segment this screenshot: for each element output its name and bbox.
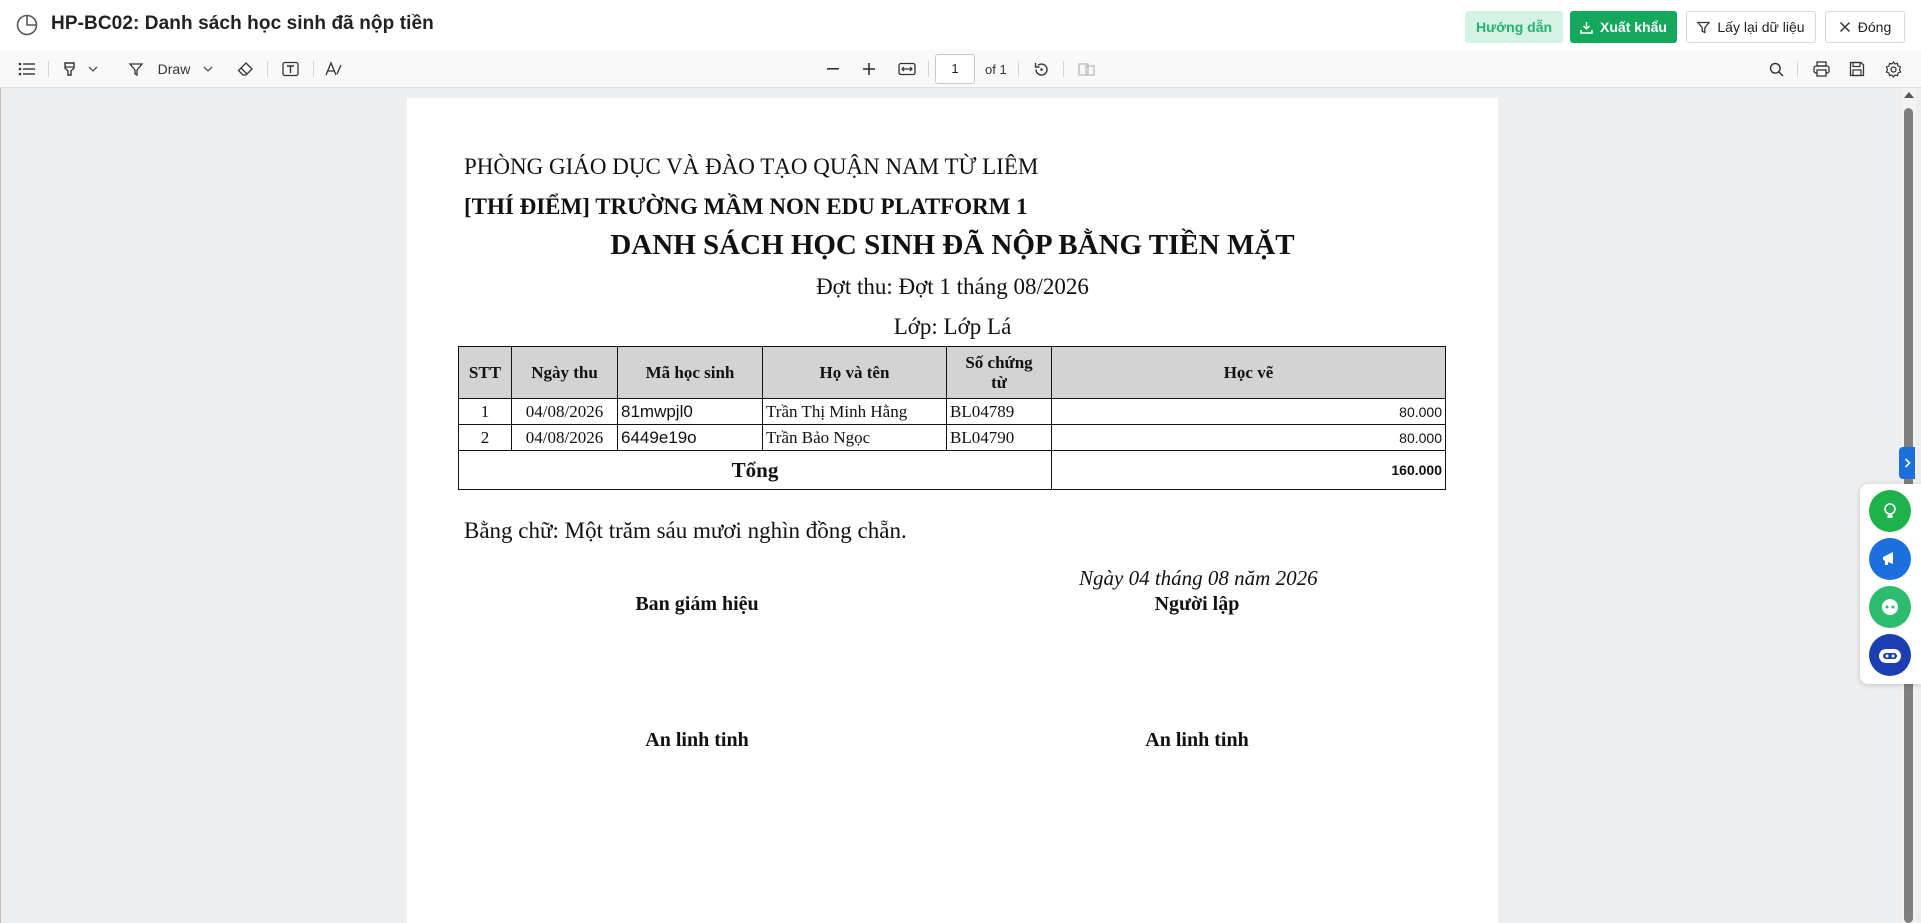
chevron-down-icon[interactable]	[201, 58, 215, 80]
close-button-label: Đóng	[1857, 19, 1892, 35]
column-header: Học vẽ	[1051, 346, 1446, 399]
text-box-icon[interactable]	[280, 58, 300, 80]
collection-period: Đợt thu: Đợt 1 tháng 08/2026	[816, 274, 1089, 299]
report-title: DANH SÁCH HỌC SINH ĐÃ NỘP BẰNG TIỀN MẶT	[610, 229, 1295, 261]
page-total-label: of 1	[985, 62, 1007, 77]
zoom-in-icon[interactable]	[859, 58, 879, 80]
pie-chart-icon	[16, 14, 38, 36]
class-name: Lớp: Lớp Lá	[893, 314, 1012, 339]
row-stt: 1	[458, 398, 512, 425]
sidebar-toggle-icon[interactable]	[16, 58, 38, 80]
side-panel-toggle[interactable]	[1899, 447, 1915, 479]
reload-data-button[interactable]: Lấy lại dữ liệu	[1686, 11, 1816, 43]
reload-data-button-label: Lấy lại dữ liệu	[1717, 19, 1805, 35]
row-student-code: 81mwpjl0	[617, 398, 763, 425]
guide-button[interactable]: Hướng dẫn	[1465, 11, 1563, 43]
search-icon[interactable]	[1766, 58, 1786, 80]
toolbar-divider	[267, 61, 268, 77]
page-number-input[interactable]: 1	[935, 54, 975, 84]
highlight-icon[interactable]	[60, 58, 80, 80]
table-header-row: STT Ngày thu Mã học sinh Họ và tên Số ch…	[458, 346, 1446, 399]
column-header: Họ và tên	[762, 346, 947, 399]
export-button-label: Xuất khẩu	[1600, 19, 1667, 35]
page-layout-icon[interactable]	[1075, 58, 1097, 80]
robot-assistant-button[interactable]	[1869, 634, 1911, 676]
close-button[interactable]: Đóng	[1825, 11, 1905, 43]
row-date: 04/08/2026	[511, 398, 618, 425]
fit-width-icon[interactable]	[896, 58, 918, 80]
row-amount: 80.000	[1051, 398, 1446, 425]
rotate-icon[interactable]	[1030, 58, 1052, 80]
signature-left-title: Ban giám hiệu	[635, 593, 759, 615]
megaphone-icon	[1883, 552, 1893, 565]
table-total-row: Tổng 160.000	[458, 450, 1446, 490]
row-stt: 2	[458, 424, 512, 451]
pdf-toolbar: Draw 1 of 1	[0, 50, 1921, 88]
toolbar-divider	[1797, 61, 1798, 77]
table-row: 1 04/08/2026 81mwpjl0 Trần Thị Minh Hằng…	[458, 398, 1446, 425]
signature-right-title: Người lập	[1154, 593, 1240, 615]
app-header: HP-BC02: Danh sách học sinh đã nộp tiền …	[0, 0, 1921, 50]
column-header: Số chứng từ	[946, 346, 1052, 399]
department-name: PHÒNG GIÁO DỤC VÀ ĐÀO TẠO QUẬN NAM TỪ LI…	[464, 154, 1039, 179]
toolbar-divider	[1018, 61, 1019, 77]
amount-in-words: Bằng chữ: Một trăm sáu mươi nghìn đồng c…	[464, 518, 907, 543]
row-amount: 80.000	[1051, 424, 1446, 451]
row-date: 04/08/2026	[511, 424, 618, 451]
chat-support-button[interactable]	[1869, 586, 1911, 628]
download-icon	[1580, 21, 1593, 34]
payment-table: STT Ngày thu Mã học sinh Họ và tên Số ch…	[458, 346, 1446, 490]
row-voucher: BL04789	[946, 398, 1052, 425]
robot-icon	[1879, 649, 1901, 663]
column-header: Mã học sinh	[617, 346, 763, 399]
chevron-down-icon[interactable]	[86, 58, 100, 80]
settings-gear-icon[interactable]	[1883, 58, 1903, 80]
toolbar-divider	[1063, 61, 1064, 77]
row-student-name: Trần Thị Minh Hằng	[762, 398, 947, 425]
table-row: 2 04/08/2026 6449e19o Trần Bảo Ngọc BL04…	[458, 424, 1446, 451]
toolbar-divider	[313, 61, 314, 77]
page-title: HP-BC02: Danh sách học sinh đã nộp tiền	[51, 13, 434, 34]
lightbulb-icon	[1884, 503, 1896, 518]
toolbar-divider	[48, 61, 49, 77]
row-student-code: 6449e19o	[617, 424, 763, 451]
draw-label[interactable]: Draw	[156, 58, 192, 80]
save-icon[interactable]	[1847, 58, 1867, 80]
scroll-up-arrow-icon[interactable]	[1904, 92, 1914, 98]
close-icon	[1839, 21, 1850, 33]
toolbar-divider	[928, 61, 929, 77]
pdf-page: PHÒNG GIÁO DỤC VÀ ĐÀO TẠO QUẬN NAM TỪ LI…	[407, 98, 1498, 923]
filter-icon	[1697, 21, 1711, 34]
announcement-button[interactable]	[1869, 538, 1911, 580]
draw-icon[interactable]	[126, 58, 146, 80]
guide-button-label: Hướng dẫn	[1475, 19, 1553, 35]
eraser-icon[interactable]	[235, 58, 255, 80]
floating-tools-panel	[1860, 484, 1921, 684]
signature-right-name: An linh tinh	[1145, 729, 1249, 751]
signature-left-name: An linh tinh	[645, 729, 749, 751]
row-student-name: Trần Bảo Ngọc	[762, 424, 947, 451]
total-label: Tổng	[458, 450, 1052, 490]
idea-bulb-button[interactable]	[1869, 490, 1911, 532]
text-tool-icon[interactable]	[324, 58, 344, 80]
row-voucher: BL04790	[946, 424, 1052, 451]
chevron-right-icon	[1904, 458, 1911, 468]
column-header: Ngày thu	[511, 346, 618, 399]
column-header: STT	[458, 346, 512, 399]
print-icon[interactable]	[1811, 58, 1831, 80]
export-button[interactable]: Xuất khẩu	[1570, 11, 1677, 43]
signing-date: Ngày 04 tháng 08 năm 2026	[1079, 566, 1318, 590]
total-value: 160.000	[1051, 450, 1446, 490]
zoom-out-icon[interactable]	[823, 58, 843, 80]
chat-bot-icon	[1882, 599, 1898, 615]
school-name: [THÍ ĐIỂM] TRƯỜNG MẦM NON EDU PLATFORM 1	[464, 194, 1028, 219]
